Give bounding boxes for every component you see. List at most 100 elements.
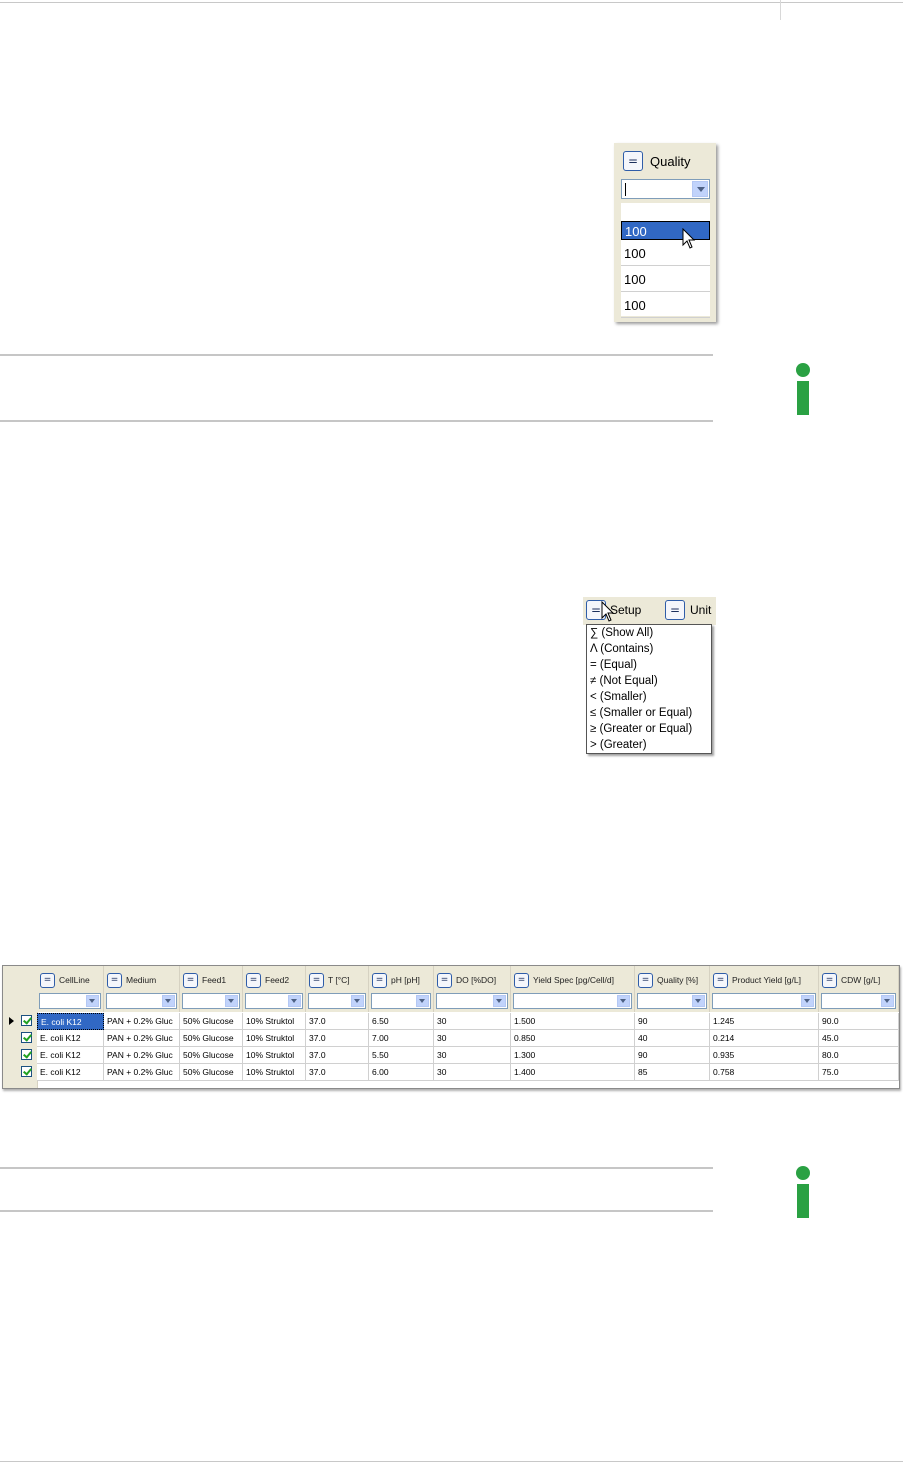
grid-cell[interactable]: 30 — [434, 1064, 511, 1081]
column-filter-combobox[interactable] — [182, 993, 240, 1009]
column-operator-button[interactable]: = — [40, 973, 55, 988]
grid-cell[interactable]: 50% Glucose — [180, 1047, 243, 1064]
filter-operator-menu-item[interactable]: Λ (Contains) — [590, 643, 653, 655]
grid-cell[interactable]: 85 — [635, 1064, 710, 1081]
grid-cell[interactable]: 10% Struktol — [243, 1064, 306, 1081]
column-operator-button[interactable]: = — [514, 973, 529, 988]
checkbox-checked-icon[interactable] — [21, 1066, 32, 1077]
grid-cell[interactable]: 37.0 — [306, 1047, 369, 1064]
grid-cell[interactable]: 6.00 — [369, 1064, 434, 1081]
column-filter-combobox[interactable] — [245, 993, 303, 1009]
column-filter-combobox[interactable] — [637, 993, 707, 1009]
grid-cell[interactable]: 50% Glucose — [180, 1064, 243, 1081]
grid-cell[interactable]: 37.0 — [306, 1030, 369, 1047]
dropdown-arrow-icon[interactable] — [617, 995, 630, 1007]
dropdown-arrow-icon[interactable] — [86, 995, 99, 1007]
column-filter-combobox[interactable] — [513, 993, 632, 1009]
column-filter-combobox[interactable] — [371, 993, 431, 1009]
grid-cell[interactable]: E. coli K12 — [37, 1047, 104, 1064]
quality-option[interactable]: 100 — [621, 267, 710, 292]
column-operator-button[interactable]: = — [183, 973, 198, 988]
grid-cell[interactable]: 6.50 — [369, 1013, 434, 1030]
grid-cell[interactable]: E. coli K12 — [37, 1030, 104, 1047]
column-operator-button[interactable]: = — [246, 973, 261, 988]
grid-cell[interactable]: 10% Struktol — [243, 1030, 306, 1047]
grid-cell[interactable]: 0.758 — [710, 1064, 819, 1081]
column-filter-combobox[interactable] — [436, 993, 508, 1009]
column-filter-combobox[interactable] — [106, 993, 177, 1009]
grid-cell[interactable]: E. coli K12 — [37, 1064, 104, 1081]
column-title[interactable]: Yield Spec [pg/Cell/d] — [533, 975, 614, 985]
column-title[interactable]: Medium — [126, 975, 156, 985]
quality-option[interactable]: 100 — [621, 293, 710, 318]
dropdown-arrow-icon[interactable] — [162, 995, 175, 1007]
grid-cell[interactable]: 37.0 — [306, 1013, 369, 1030]
grid-cell[interactable]: 37.0 — [306, 1064, 369, 1081]
grid-cell[interactable]: 30 — [434, 1013, 511, 1030]
grid-cell[interactable]: 45.0 — [819, 1030, 899, 1047]
quality-option[interactable] — [621, 203, 710, 220]
column-title[interactable]: Product Yield [g/L] — [732, 975, 801, 985]
grid-cell[interactable]: 0.935 — [710, 1047, 819, 1064]
filter-operator-menu-item[interactable]: ≠ (Not Equal) — [590, 675, 658, 687]
column-title[interactable]: pH [pH] — [391, 975, 420, 985]
column-title[interactable]: T [°C] — [328, 975, 350, 985]
grid-cell[interactable]: 1.400 — [511, 1064, 635, 1081]
grid-cell[interactable]: 50% Glucose — [180, 1013, 243, 1030]
filter-operator-menu-item[interactable]: > (Greater) — [590, 739, 647, 751]
dropdown-arrow-icon[interactable] — [493, 995, 506, 1007]
column-operator-button[interactable]: = — [638, 973, 653, 988]
column-title[interactable]: Quality [%] — [657, 975, 698, 985]
checkbox-checked-icon[interactable] — [21, 1032, 32, 1043]
column-title[interactable]: DO [%DO] — [456, 975, 496, 985]
grid-cell[interactable]: 50% Glucose — [180, 1030, 243, 1047]
column-filter-combobox[interactable] — [821, 993, 896, 1009]
column-title[interactable]: CellLine — [59, 975, 90, 985]
grid-cell[interactable]: 40 — [635, 1030, 710, 1047]
filter-operator-menu-item[interactable]: ∑ (Show All) — [590, 627, 653, 639]
filter-operator-button[interactable]: = — [623, 151, 643, 171]
column-operator-button[interactable]: = — [372, 973, 387, 988]
grid-cell[interactable]: 1.500 — [511, 1013, 635, 1030]
grid-cell[interactable]: 90 — [635, 1047, 710, 1064]
grid-cell[interactable]: 75.0 — [819, 1064, 899, 1081]
column-filter-combobox[interactable] — [308, 993, 366, 1009]
column-title[interactable]: Feed2 — [265, 975, 289, 985]
grid-cell[interactable]: 1.245 — [710, 1013, 819, 1030]
grid-cell[interactable]: PAN + 0.2% Gluc — [104, 1064, 180, 1081]
column-title[interactable]: Feed1 — [202, 975, 226, 985]
column-filter-combobox[interactable] — [39, 993, 101, 1009]
grid-cell[interactable]: 30 — [434, 1047, 511, 1064]
dropdown-arrow-icon[interactable] — [801, 995, 814, 1007]
filter-operator-menu-item[interactable]: ≤ (Smaller or Equal) — [590, 707, 692, 719]
grid-cell[interactable]: PAN + 0.2% Gluc — [104, 1030, 180, 1047]
dropdown-arrow-icon[interactable] — [692, 181, 708, 197]
column-operator-button[interactable]: = — [309, 973, 324, 988]
dropdown-arrow-icon[interactable] — [881, 995, 894, 1007]
dropdown-arrow-icon[interactable] — [692, 995, 705, 1007]
dropdown-arrow-icon[interactable] — [225, 995, 238, 1007]
checkbox-checked-icon[interactable] — [21, 1015, 32, 1026]
filter-operator-menu-item[interactable]: = (Equal) — [590, 659, 637, 671]
grid-cell[interactable]: 10% Struktol — [243, 1013, 306, 1030]
grid-cell[interactable]: 90 — [635, 1013, 710, 1030]
grid-cell[interactable]: 0.214 — [710, 1030, 819, 1047]
column-operator-button[interactable]: = — [822, 973, 837, 988]
grid-cell[interactable]: 5.50 — [369, 1047, 434, 1064]
column-title[interactable]: CDW [g/L] — [841, 975, 880, 985]
column-operator-button[interactable]: = — [437, 973, 452, 988]
dropdown-arrow-icon[interactable] — [351, 995, 364, 1007]
column-operator-button[interactable]: = — [107, 973, 122, 988]
column-filter-combobox[interactable] — [712, 993, 816, 1009]
filter-operator-menu-item[interactable]: ≥ (Greater or Equal) — [590, 723, 692, 735]
column-operator-button[interactable]: = — [713, 973, 728, 988]
grid-cell[interactable]: PAN + 0.2% Gluc — [104, 1013, 180, 1030]
grid-cell[interactable]: PAN + 0.2% Gluc — [104, 1047, 180, 1064]
grid-cell[interactable]: 0.850 — [511, 1030, 635, 1047]
grid-cell[interactable]: 7.00 — [369, 1030, 434, 1047]
grid-cell[interactable]: 30 — [434, 1030, 511, 1047]
unit-operator-button[interactable]: = — [665, 600, 685, 620]
grid-cell[interactable]: E. coli K12 — [37, 1013, 104, 1030]
filter-operator-menu-item[interactable]: < (Smaller) — [590, 691, 647, 703]
quality-filter-combobox[interactable] — [621, 179, 710, 199]
